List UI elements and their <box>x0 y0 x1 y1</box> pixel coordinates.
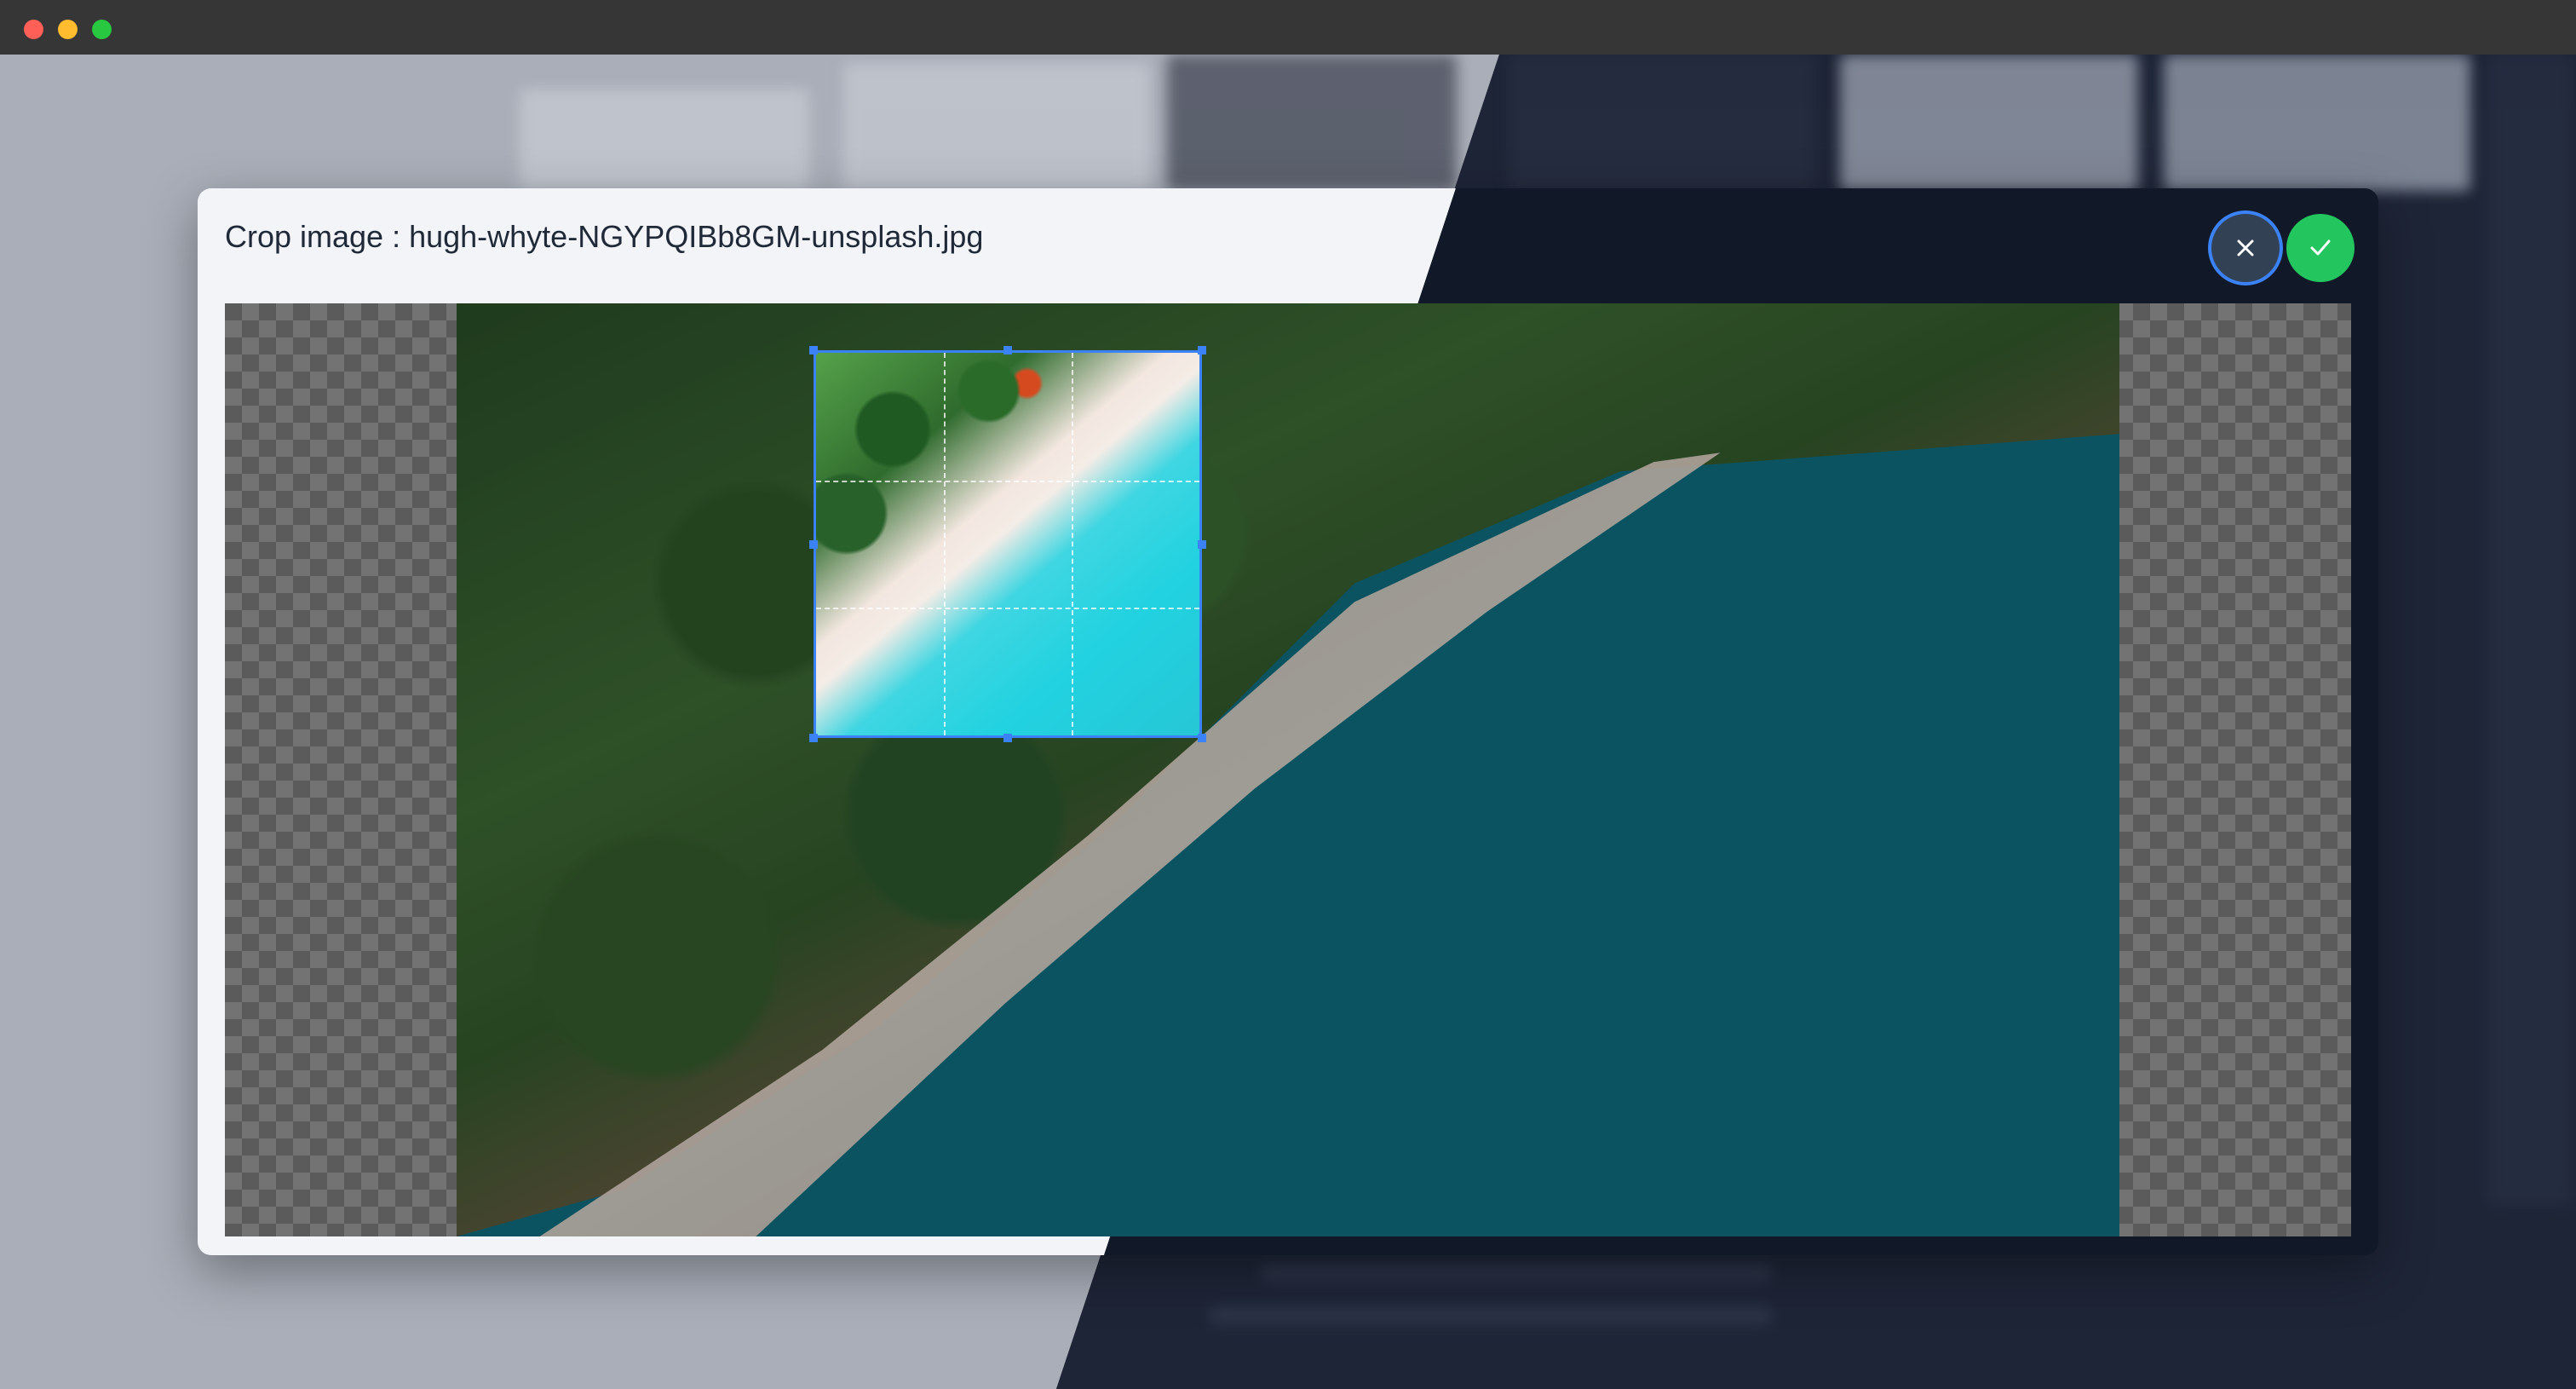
source-image <box>457 303 2119 1236</box>
crop-handle-bottom-left[interactable] <box>809 734 818 742</box>
crop-guide-horizontal <box>816 608 1199 610</box>
background-card <box>1840 55 2138 191</box>
crop-overlay-dim <box>457 303 2119 1236</box>
window-minimize-button[interactable] <box>58 20 78 39</box>
background-text-line <box>1210 1307 1772 1324</box>
crop-handle-left[interactable] <box>809 540 818 549</box>
crop-handle-top-right[interactable] <box>1198 346 1206 354</box>
background-card <box>1167 55 1457 191</box>
crop-handle-bottom[interactable] <box>1003 734 1012 742</box>
crop-canvas[interactable] <box>225 303 2351 1236</box>
modal-title: Crop image : hugh-whyte-NGYPQIBb8GM-unsp… <box>225 219 984 254</box>
check-icon <box>2310 239 2331 256</box>
crop-guide-vertical <box>1071 353 1073 735</box>
window-close-button[interactable] <box>24 20 43 39</box>
close-icon <box>2237 239 2254 256</box>
crop-selection[interactable] <box>814 350 1202 738</box>
crop-handle-right[interactable] <box>1198 540 1206 549</box>
crop-preview-vegetation <box>816 353 1199 735</box>
window-zoom-button[interactable] <box>92 20 112 39</box>
background-card <box>520 89 809 191</box>
cancel-button[interactable] <box>2211 214 2280 282</box>
crop-handle-top-left[interactable] <box>809 346 818 354</box>
background-card <box>2164 55 2470 191</box>
crop-guide-vertical <box>943 353 946 735</box>
background-card <box>1508 55 1814 191</box>
background-text-line <box>1261 1265 1772 1282</box>
crop-handle-bottom-right[interactable] <box>1198 734 1206 742</box>
background-card <box>843 63 1150 191</box>
crop-image-modal: Crop image : hugh-whyte-NGYPQIBb8GM-unsp… <box>198 188 2378 1255</box>
crop-guide-horizontal <box>816 480 1199 482</box>
window-titlebar <box>0 0 2576 55</box>
confirm-button[interactable] <box>2286 214 2355 282</box>
background-sidebar <box>2487 55 2573 1205</box>
crop-handle-top[interactable] <box>1003 346 1012 354</box>
